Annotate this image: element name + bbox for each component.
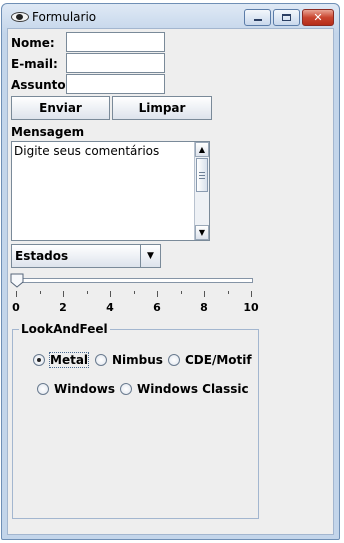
form-panel: Nome: E-mail: Assunto: Enviar Limpar Men…: [7, 28, 334, 535]
scroll-down-button[interactable]: ▼: [195, 225, 209, 240]
java-cup-icon: [11, 12, 29, 22]
radio-label: Metal: [48, 352, 90, 368]
radio-metal[interactable]: Metal: [33, 352, 90, 368]
radio-button-icon: [95, 354, 107, 366]
radio-nimbus[interactable]: Nimbus: [95, 353, 163, 367]
minimize-icon: [253, 19, 262, 21]
slider-tick: [39, 291, 41, 294]
title-bar[interactable]: Formulario ✕: [2, 4, 339, 30]
states-combobox[interactable]: Estados ▼: [11, 244, 161, 268]
radio-button-icon: [168, 354, 180, 366]
maximize-button[interactable]: [273, 9, 300, 26]
slider-tick: [63, 291, 64, 297]
app-window: Formulario ✕ Nome: E-mail: Assunto: Envi…: [1, 3, 340, 540]
close-icon: ✕: [313, 11, 323, 24]
radio-label: Nimbus: [112, 353, 163, 367]
radio-cde-motif[interactable]: CDE/Motif: [168, 353, 252, 367]
lookandfeel-group: LookAndFeel Metal Nimbus CDE/Motif Windo…: [12, 322, 259, 519]
subject-label: Assunto:: [11, 78, 71, 92]
grip-line: [199, 175, 205, 176]
slider-tick: [133, 291, 135, 294]
radio-button-icon: [37, 383, 49, 395]
slider-tick-label: 4: [106, 301, 114, 314]
slider-tick: [204, 291, 205, 297]
radio-windows[interactable]: Windows: [37, 382, 115, 396]
radio-button-icon: [120, 383, 132, 395]
name-field[interactable]: [66, 32, 165, 52]
slider-track[interactable]: [14, 278, 253, 283]
send-button[interactable]: Enviar: [11, 96, 110, 120]
grip-line: [199, 178, 205, 179]
slider-tick: [157, 291, 158, 297]
chevron-down-icon: ▼: [147, 251, 154, 261]
email-label: E-mail:: [11, 57, 58, 71]
message-scrollbar[interactable]: ▲ ▼: [194, 142, 209, 240]
close-button[interactable]: ✕: [302, 9, 334, 26]
clear-button[interactable]: Limpar: [112, 96, 212, 120]
slider-thumb[interactable]: [10, 273, 24, 288]
window-title: Formulario: [32, 10, 97, 24]
slider-tick: [86, 291, 88, 294]
maximize-icon: [282, 14, 291, 21]
radio-label: CDE/Motif: [185, 353, 252, 367]
slider-tick: [180, 291, 182, 294]
message-label: Mensagem: [11, 125, 85, 139]
slider-tick-label: 2: [59, 301, 67, 314]
message-textarea[interactable]: Digite seus comentários ▲ ▼: [11, 141, 210, 241]
grip-line: [199, 172, 205, 173]
radio-windows-classic[interactable]: Windows Classic: [120, 382, 249, 396]
radio-button-icon: [33, 354, 45, 366]
slider-tick: [227, 291, 229, 294]
name-label: Nome:: [11, 36, 55, 50]
minimize-button[interactable]: [244, 9, 271, 26]
scroll-up-button[interactable]: ▲: [195, 142, 209, 157]
slider-tick: [16, 291, 17, 297]
subject-field[interactable]: [66, 74, 165, 94]
combo-dropdown-button[interactable]: ▼: [140, 245, 160, 267]
message-text: Digite seus comentários: [14, 144, 160, 158]
radio-label: Windows Classic: [137, 382, 249, 396]
group-title: LookAndFeel: [19, 322, 110, 336]
slider-tick-label: 6: [153, 301, 161, 314]
slider-tick-label: 8: [200, 301, 208, 314]
arrow-down-icon: ▼: [198, 228, 206, 237]
arrow-up-icon: ▲: [198, 145, 206, 154]
states-selected: Estados: [15, 249, 69, 263]
email-field[interactable]: [66, 53, 165, 73]
slider-tick-label: 10: [243, 301, 259, 314]
slider-tick-label: 0: [12, 301, 20, 314]
slider-tick: [110, 291, 111, 297]
slider-tick: [251, 291, 252, 297]
radio-label: Windows: [54, 382, 115, 396]
scroll-thumb[interactable]: [196, 158, 208, 192]
